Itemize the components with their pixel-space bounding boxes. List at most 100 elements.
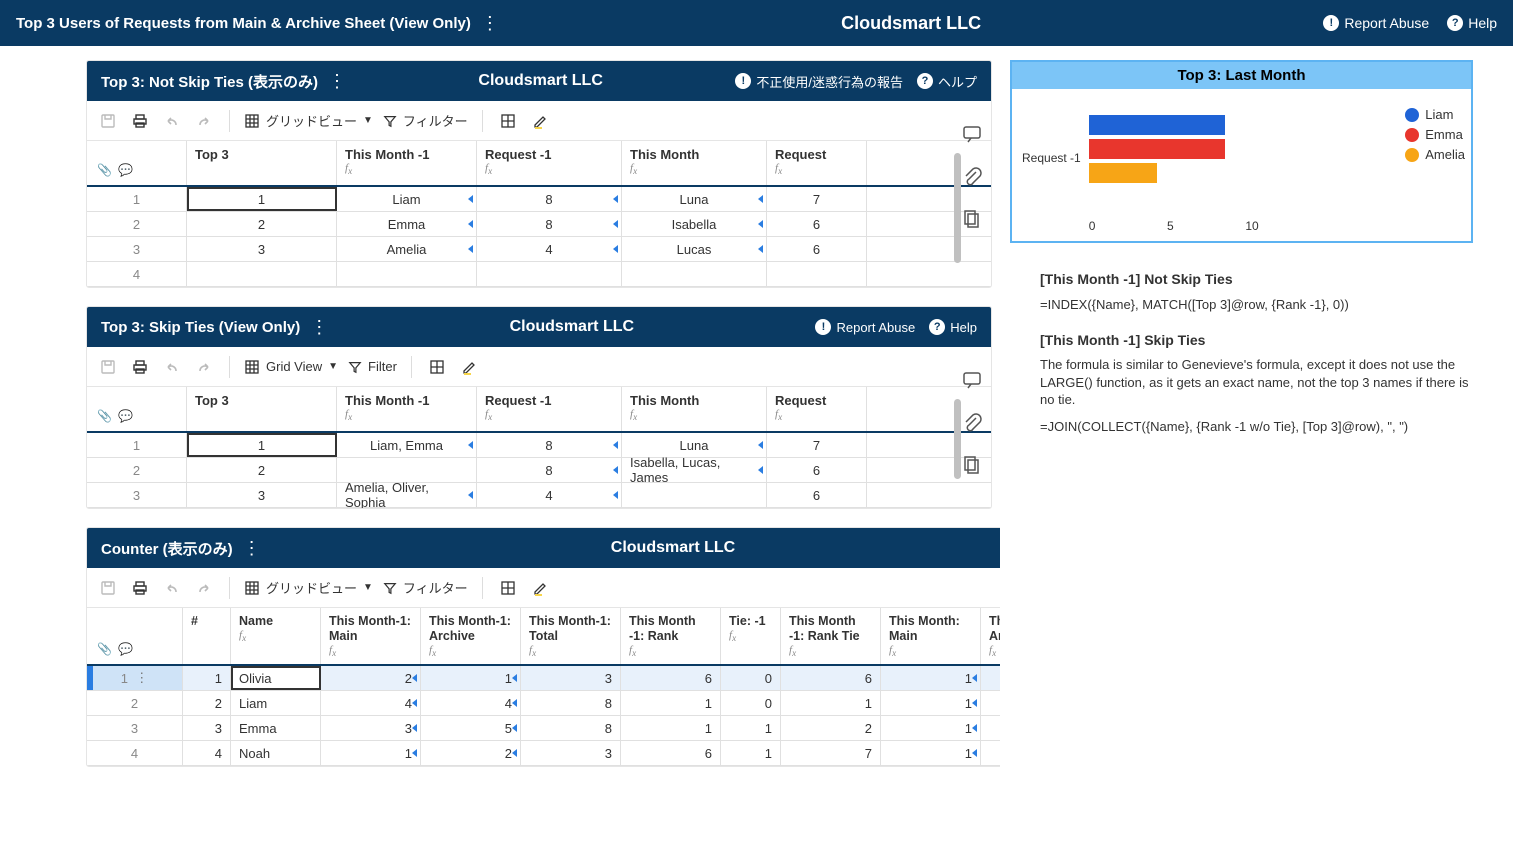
cell[interactable]: 8 — [521, 716, 621, 740]
cell[interactable]: 0 — [721, 691, 781, 715]
filter-button[interactable]: Filter — [348, 359, 397, 374]
cell[interactable]: 2 — [321, 666, 421, 690]
col-header[interactable]: This Month — [630, 393, 758, 408]
cell[interactable]: 4 — [477, 483, 622, 507]
cell[interactable]: Liam, Emma — [337, 433, 477, 457]
cell[interactable]: 6 — [621, 741, 721, 765]
cell[interactable]: 8 — [477, 458, 622, 482]
cell[interactable]: 0 — [981, 741, 1000, 765]
cell[interactable]: 6 — [621, 666, 721, 690]
row-number[interactable]: 2 — [87, 458, 187, 482]
layout-icon[interactable] — [497, 110, 519, 132]
highlight-icon[interactable] — [529, 577, 551, 599]
cell[interactable]: 2 — [187, 212, 337, 236]
cell[interactable]: 2 — [187, 458, 337, 482]
activity-panel-icon[interactable] — [961, 453, 983, 475]
highlight-icon[interactable] — [458, 356, 480, 378]
cell[interactable]: 3 — [187, 483, 337, 507]
cell[interactable]: 5 — [421, 716, 521, 740]
col-header[interactable]: Top 3 — [195, 393, 328, 408]
table-row[interactable]: 4 — [87, 262, 991, 287]
row-number[interactable]: 2 — [87, 212, 187, 236]
activity-panel-icon[interactable] — [961, 207, 983, 229]
cell[interactable]: Liam — [337, 187, 477, 211]
cell[interactable]: 1 — [183, 666, 231, 690]
row-number[interactable]: 1 — [87, 187, 187, 211]
cell[interactable]: 4 — [321, 691, 421, 715]
cell[interactable]: Isabella — [622, 212, 767, 236]
redo-icon[interactable] — [193, 110, 215, 132]
filter-button[interactable]: フィルター — [383, 111, 468, 130]
table-row[interactable]: 33Amelia, Oliver, Sophia46 — [87, 483, 991, 508]
cell[interactable]: 7 — [767, 433, 867, 457]
col-header[interactable]: This Month -1: Rank Tie — [789, 614, 872, 644]
report-abuse-link[interactable]: ! Report Abuse — [1323, 15, 1429, 31]
cell[interactable]: 1 — [187, 433, 337, 457]
table-row[interactable]: 228Isabella, Lucas, James6 — [87, 458, 991, 483]
cell[interactable] — [477, 262, 622, 286]
col-header[interactable]: Request — [775, 147, 858, 162]
comments-panel-icon[interactable] — [961, 123, 983, 145]
col-header[interactable]: This Month -1: Rank — [629, 614, 712, 644]
row-number[interactable]: 1 — [87, 433, 187, 457]
cell[interactable]: 7 — [767, 187, 867, 211]
col-header[interactable]: This Month-1: Archive — [429, 614, 512, 644]
row-number[interactable]: 3 — [87, 483, 187, 507]
row-number[interactable]: 3 — [87, 237, 187, 261]
redo-icon[interactable] — [193, 356, 215, 378]
cell[interactable]: 1 — [721, 716, 781, 740]
filter-button[interactable]: フィルター — [383, 578, 468, 597]
cell[interactable]: 0 — [981, 716, 1000, 740]
save-icon[interactable] — [97, 356, 119, 378]
col-header[interactable]: Top 3 — [195, 147, 328, 162]
cell[interactable]: 8 — [477, 212, 622, 236]
table-row[interactable]: 33Emma3581121011 — [87, 716, 1000, 741]
cell[interactable]: 1 — [321, 741, 421, 765]
grid-view-dropdown[interactable]: Grid View ▼ — [244, 359, 338, 375]
cell[interactable] — [337, 458, 477, 482]
col-header[interactable]: This Month: Main — [889, 614, 972, 644]
cell[interactable]: 4 — [421, 691, 521, 715]
cell[interactable] — [187, 262, 337, 286]
cell[interactable]: Emma — [337, 212, 477, 236]
cell[interactable]: 1 — [881, 666, 981, 690]
cell[interactable]: 1 — [881, 716, 981, 740]
row-number[interactable]: 3 — [87, 716, 183, 740]
table-row[interactable]: 11Liam, Emma8Luna7 — [87, 433, 991, 458]
cell[interactable]: 8 — [477, 187, 622, 211]
cell[interactable] — [767, 262, 867, 286]
col-header[interactable]: This Month — [630, 147, 758, 162]
save-icon[interactable] — [97, 577, 119, 599]
cell[interactable]: 6 — [781, 666, 881, 690]
cell[interactable]: 2 — [183, 691, 231, 715]
row-number[interactable]: 2 — [87, 691, 183, 715]
cell[interactable]: Noah — [231, 741, 321, 765]
cell[interactable]: 1 — [421, 666, 521, 690]
table-row[interactable]: 33Amelia4Lucas6 — [87, 237, 991, 262]
cell[interactable] — [622, 483, 767, 507]
undo-icon[interactable] — [161, 356, 183, 378]
cell[interactable]: 8 — [521, 691, 621, 715]
col-header[interactable]: This Month-1: Total — [529, 614, 612, 644]
comments-panel-icon[interactable] — [961, 369, 983, 391]
col-header[interactable]: Tie: -1 — [729, 614, 772, 629]
cell[interactable]: 3 — [183, 716, 231, 740]
attachments-panel-icon[interactable] — [961, 165, 983, 187]
table-row[interactable]: 22Emma8Isabella6 — [87, 212, 991, 237]
undo-icon[interactable] — [161, 110, 183, 132]
row-number[interactable]: 4 — [87, 262, 187, 286]
row-number[interactable]: 1 ⋮ — [87, 666, 183, 690]
help-link[interactable]: ? Help — [1447, 15, 1497, 31]
layout-icon[interactable] — [497, 577, 519, 599]
print-icon[interactable] — [129, 577, 151, 599]
cell[interactable]: Olivia — [231, 666, 321, 690]
col-header[interactable]: This Month -1 — [345, 147, 468, 162]
widget-help[interactable]: ?Help — [929, 319, 977, 335]
cell[interactable]: 8 — [477, 433, 622, 457]
cell[interactable]: 6 — [767, 458, 867, 482]
col-header[interactable]: This Month-1: Main — [329, 614, 412, 644]
col-header[interactable]: This Month: Archive — [989, 614, 1000, 644]
cell[interactable]: Luna — [622, 187, 767, 211]
highlight-icon[interactable] — [529, 110, 551, 132]
col-header[interactable]: Request -1 — [485, 147, 613, 162]
